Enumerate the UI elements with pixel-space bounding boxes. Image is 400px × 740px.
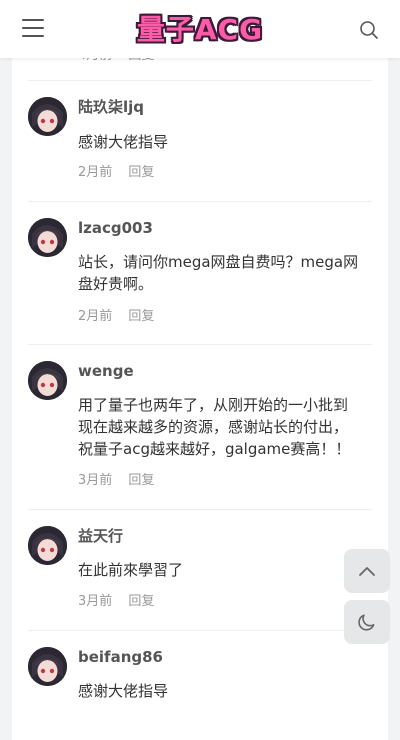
reply-link[interactable]: 回复 [128, 473, 154, 488]
comment-text: 感谢大佬指导 [78, 133, 169, 151]
avatar[interactable] [28, 97, 67, 136]
comment-author[interactable]: 益天行 [78, 526, 123, 546]
comment-time: 3月前 [78, 473, 113, 488]
comment-author[interactable]: wenge [78, 361, 134, 381]
comment-meta: 3月前 回复 [78, 472, 154, 490]
avatar[interactable] [28, 526, 67, 565]
comment-text: 站长，请问你mega网盘自费吗？mega网盘好贵啊。 [78, 253, 359, 293]
dark-mode-button[interactable] [344, 600, 390, 644]
top-header: 量子ACG [0, 0, 400, 58]
comment-meta: 2月前 回复 [78, 308, 154, 326]
search-icon[interactable] [359, 20, 379, 40]
moon-icon [358, 614, 375, 631]
back-to-top-button[interactable] [344, 549, 390, 593]
comment-text: 感谢大佬指导 [78, 682, 169, 700]
reply-link[interactable]: 回复 [128, 594, 154, 609]
avatar[interactable] [28, 361, 67, 400]
site-logo[interactable]: 量子ACG [0, 8, 400, 48]
comment-author[interactable]: beifang86 [78, 647, 163, 667]
comment-author[interactable]: lzacg003 [78, 218, 153, 238]
divider [28, 201, 372, 202]
chevron-up-icon [359, 567, 375, 576]
comment-text: 在此前來學習了 [78, 561, 184, 579]
comment-author[interactable]: 陆玖柒ljq [78, 97, 144, 117]
divider [28, 344, 372, 345]
comment-time: 3月前 [78, 594, 113, 609]
reply-link[interactable]: 回复 [128, 309, 154, 324]
comment-time: 2月前 [78, 165, 113, 180]
reply-link[interactable]: 回复 [128, 165, 154, 180]
divider [28, 630, 372, 631]
comment-text: 用了量子也两年了，从刚开始的一小批到现在越来越多的资源，感谢站长的付出，祝量子a… [78, 396, 351, 458]
divider [28, 509, 372, 510]
comment-time: 2月前 [78, 309, 113, 324]
divider [28, 80, 372, 81]
comment-meta: 2月前 回复 [78, 164, 154, 182]
avatar[interactable] [28, 218, 67, 257]
comment-meta: 3月前 回复 [78, 593, 154, 611]
avatar[interactable] [28, 647, 67, 686]
